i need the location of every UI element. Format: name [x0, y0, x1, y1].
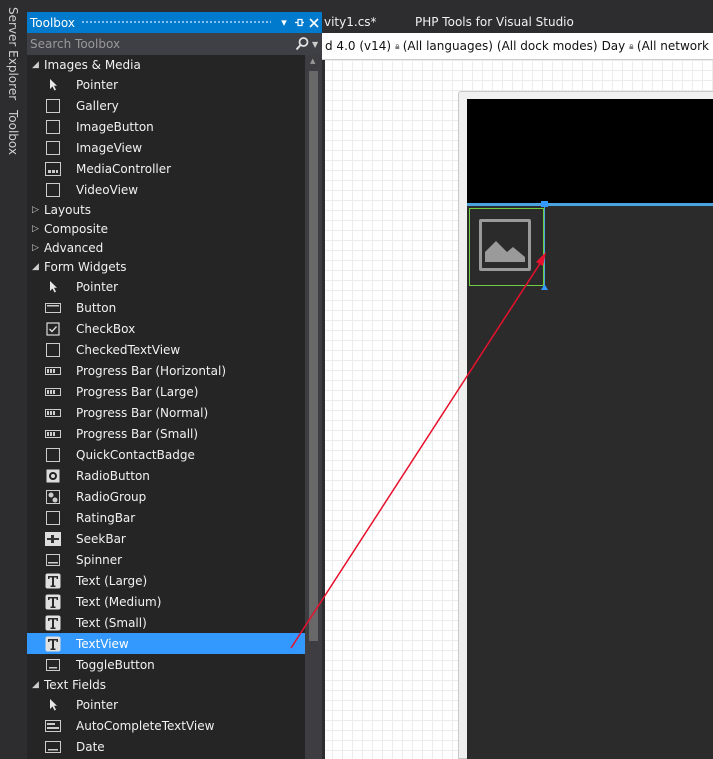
- drag-arrow: [290, 252, 546, 649]
- arrow-head-icon: [536, 252, 546, 266]
- drag-arrow-line: [290, 261, 542, 649]
